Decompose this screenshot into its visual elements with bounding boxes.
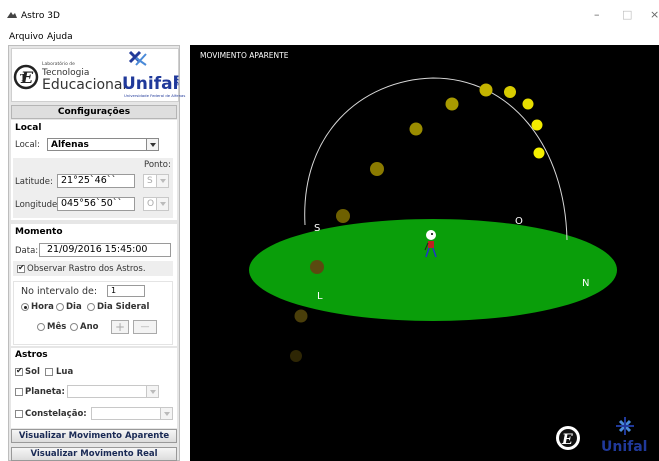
rastro-label: Observar Rastro dos Astros.: [27, 264, 146, 274]
astros-panel: Astros Sol Lua Planeta: Constelação:: [11, 348, 177, 428]
visualizar-real-button[interactable]: Visualizar Movimento Real: [11, 447, 177, 461]
chevron-down-icon: [160, 408, 172, 419]
sun-position: [531, 119, 543, 131]
planeta-label: Planeta:: [25, 387, 65, 397]
cardinal-l: L: [317, 291, 323, 302]
sun-position: [336, 209, 350, 223]
latitude-ponto-value: S: [147, 176, 153, 186]
plus-button[interactable]: +: [111, 320, 129, 334]
local-group-title: Local: [15, 123, 42, 133]
sun-position: [370, 162, 384, 176]
momento-group-title: Momento: [15, 227, 63, 237]
intervalo-label: No intervalo de:: [21, 286, 98, 297]
unifal-tagline: Universidade Federal de Alfenas: [124, 93, 186, 98]
logo-line1: Laboratório de: [42, 62, 75, 67]
window-title: Astro 3D: [21, 11, 60, 21]
longitude-label: Longitude:: [15, 200, 61, 210]
radio-dia-sideral[interactable]: [87, 303, 95, 311]
svg-text:T: T: [20, 74, 27, 84]
data-label: Data:: [15, 246, 39, 256]
menu-bar: Arquivo Ajuda: [0, 30, 659, 44]
rastro-checkbox[interactable]: [17, 263, 25, 273]
unifal-bottom-brand: Unifal: [601, 439, 648, 455]
cardinal-s: S: [314, 223, 321, 234]
ponto-label: Ponto:: [144, 160, 171, 170]
menu-arquivo[interactable]: Arquivo: [9, 32, 43, 42]
sun-position: [409, 122, 423, 136]
planeta-select[interactable]: [67, 385, 159, 398]
radio-dia-sideral-label: Dia Sideral: [97, 302, 150, 312]
logo-line3: Educacional: [42, 77, 127, 93]
unifal-mg: MG: [172, 75, 179, 86]
sun-position: [479, 83, 493, 97]
lua-checkbox[interactable]: [45, 368, 53, 376]
sun-position: [294, 309, 308, 323]
chevron-down-icon: [156, 198, 168, 210]
latitude-label: Latitude:: [15, 177, 53, 187]
sun-position: [533, 147, 545, 159]
planeta-checkbox[interactable]: [15, 388, 23, 396]
sky-view[interactable]: MOVIMENTO APARENTE E Unifal S O N L: [190, 45, 659, 461]
constelacao-label: Constelação:: [25, 409, 87, 419]
cardinal-n: N: [582, 278, 590, 289]
chevron-down-icon: [156, 175, 168, 187]
latitude-ponto-select[interactable]: S: [143, 174, 169, 188]
svg-text:E: E: [561, 432, 573, 448]
sky-scene: E: [249, 77, 634, 450]
cardinal-o: O: [515, 216, 523, 227]
longitude-field[interactable]: 045°56`50``: [57, 197, 135, 211]
momento-panel: Momento Data: 21/09/2016 15:45:00 Observ…: [11, 224, 177, 346]
local-select-value: Alfenas: [51, 140, 89, 150]
radio-dia-label: Dia: [66, 302, 82, 312]
minimize-button[interactable]: –: [594, 9, 600, 21]
longitude-ponto-value: O: [147, 199, 155, 209]
astros-group-title: Astros: [15, 350, 48, 360]
title-bar: Astro 3D – □ ×: [0, 0, 659, 30]
radio-mes-label: Mês: [47, 322, 67, 332]
maximize-button[interactable]: □: [622, 9, 632, 21]
sun-position: [504, 86, 516, 98]
radio-hora-label: Hora: [31, 302, 54, 312]
constelacao-select[interactable]: [91, 407, 173, 420]
latitude-field[interactable]: 21°25`46``: [57, 174, 135, 188]
sol-checkbox[interactable]: [15, 366, 23, 376]
config-title: Configurações: [11, 105, 177, 119]
local-panel: Local Local: Alfenas Ponto: Latitude: 21…: [11, 120, 177, 220]
radio-ano[interactable]: [70, 323, 78, 331]
visualizar-aparente-button[interactable]: Visualizar Movimento Aparente: [11, 429, 177, 443]
local-label: Local:: [15, 140, 40, 150]
sun-position: [522, 98, 534, 110]
radio-dia[interactable]: [56, 303, 64, 311]
local-select[interactable]: Alfenas: [47, 138, 159, 151]
intervalo-field[interactable]: 1: [107, 285, 145, 297]
radio-ano-label: Ano: [80, 322, 99, 332]
app-icon: [7, 12, 17, 18]
radio-hora[interactable]: [21, 303, 29, 311]
minus-button[interactable]: —: [133, 320, 157, 334]
chevron-down-icon: [146, 386, 158, 397]
close-button[interactable]: ×: [650, 9, 659, 21]
chevron-down-icon: [146, 139, 158, 150]
radio-mes[interactable]: [37, 323, 45, 331]
lua-label: Lua: [56, 367, 74, 377]
data-field[interactable]: 21/09/2016 15:45:00: [39, 243, 171, 257]
lab-logo: E T Laboratório de Tecnologia Educaciona…: [11, 48, 185, 102]
unifal-brand: Unifal: [122, 74, 179, 94]
sol-label: Sol: [25, 367, 40, 377]
sidebar: E T Laboratório de Tecnologia Educaciona…: [8, 45, 185, 461]
sun-position: [310, 260, 324, 274]
sun-position: [445, 97, 459, 111]
sun-position: [290, 350, 302, 362]
constelacao-checkbox[interactable]: [15, 410, 23, 418]
longitude-ponto-select[interactable]: O: [143, 197, 169, 211]
menu-ajuda[interactable]: Ajuda: [47, 32, 73, 42]
